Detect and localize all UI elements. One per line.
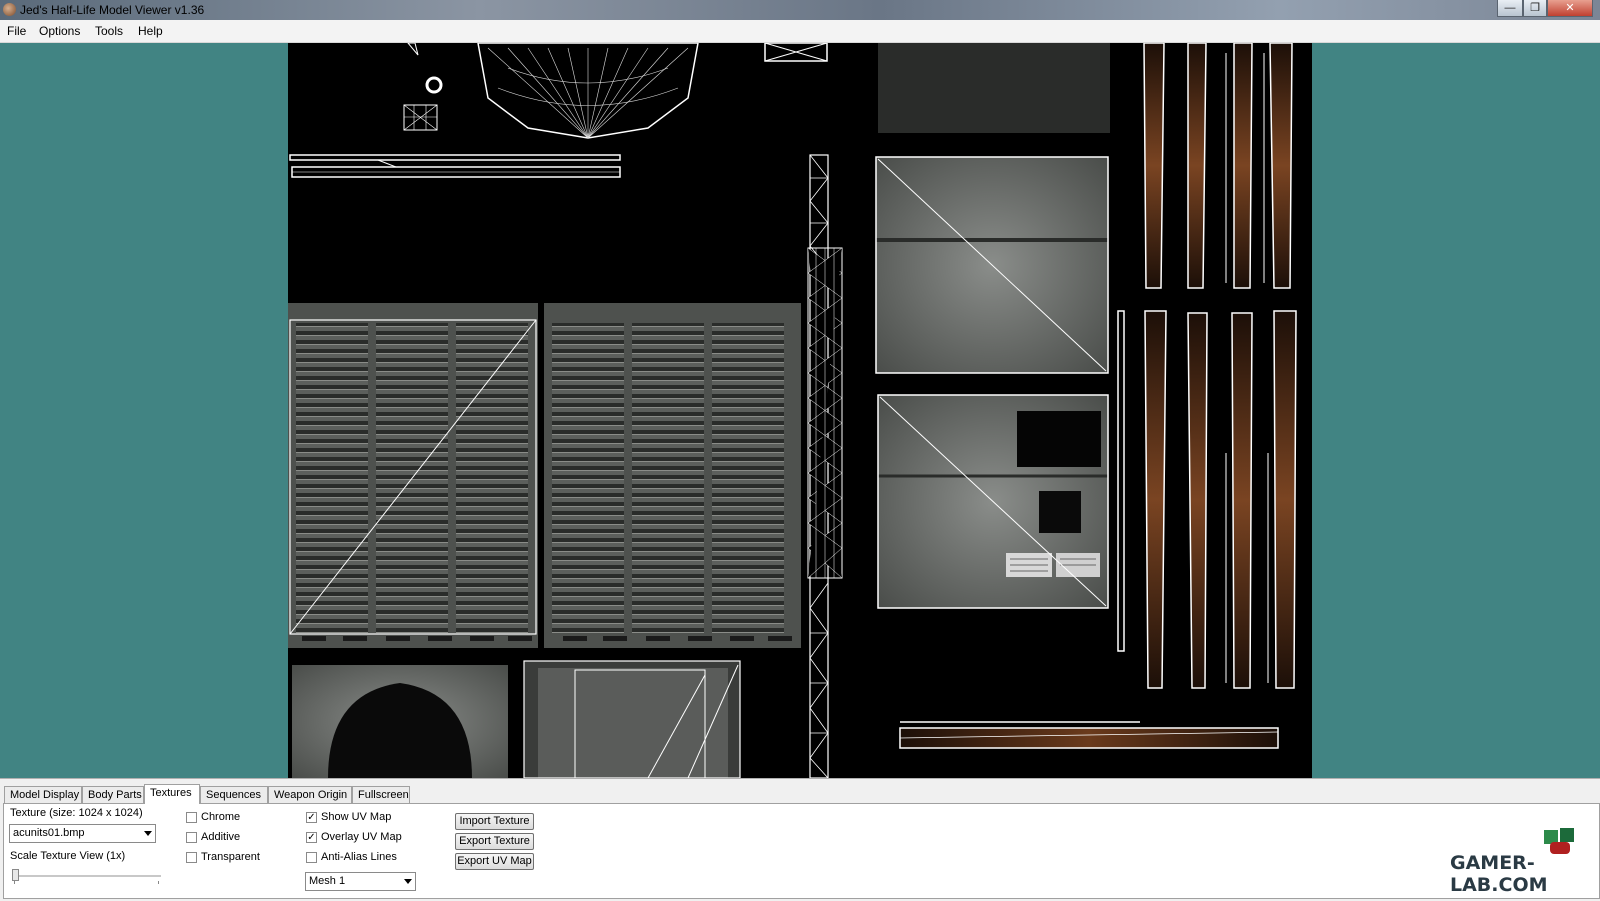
scale-slider[interactable] — [13, 875, 161, 878]
scale-label: Scale Texture View (1x) — [10, 850, 126, 862]
control-panel: Model Display Body Parts Textures Sequen… — [0, 778, 1600, 901]
textures-tab-page: Texture (size: 1024 x 1024) acunits01.bm… — [3, 803, 1600, 899]
export-texture-button[interactable]: Export Texture — [455, 833, 534, 850]
tab-textures[interactable]: Textures — [144, 784, 200, 804]
menu-help[interactable]: Help — [138, 24, 163, 38]
texture-select-value: acunits01.bmp — [13, 827, 85, 839]
show-uv-map-checkbox[interactable]: ✓ — [306, 812, 317, 823]
scale-slider-thumb[interactable] — [12, 869, 19, 881]
mesh-select[interactable]: Mesh 1 — [305, 872, 416, 891]
close-icon: ✕ — [1565, 2, 1575, 14]
tab-model-display[interactable]: Model Display — [4, 786, 82, 803]
minimize-icon: — — [1504, 2, 1516, 14]
window-title: Jed's Half-Life Model Viewer v1.36 — [20, 3, 205, 17]
menu-bar: File Options Tools Help — [0, 20, 1600, 43]
title-bar: Jed's Half-Life Model Viewer v1.36 — ❐ ✕ — [0, 0, 1600, 20]
texture-viewport[interactable] — [0, 43, 1600, 778]
slider-tick — [14, 881, 15, 884]
texture-size-label: Texture (size: 1024 x 1024) — [10, 807, 143, 819]
tab-fullscreen[interactable]: Fullscreen — [352, 786, 410, 803]
maximize-button[interactable]: ❐ — [1523, 0, 1547, 17]
menu-file[interactable]: File — [7, 24, 26, 38]
checkmark-icon: ✓ — [307, 812, 316, 823]
minimize-button[interactable]: — — [1497, 0, 1523, 17]
texture-select[interactable]: acunits01.bmp — [9, 824, 156, 843]
menu-options[interactable]: Options — [39, 24, 80, 38]
slider-tick — [158, 881, 159, 884]
transparent-label: Transparent — [201, 851, 260, 863]
transparent-checkbox[interactable] — [186, 852, 197, 863]
texture-image — [288, 43, 1312, 778]
chevron-down-icon — [144, 831, 152, 836]
import-texture-button[interactable]: Import Texture — [455, 813, 534, 830]
additive-label: Additive — [201, 831, 241, 843]
app-icon — [3, 3, 16, 16]
uv-map-overlay — [288, 43, 1297, 778]
chrome-label: Chrome — [201, 811, 241, 823]
watermark: GAMER-LAB.COM — [1450, 852, 1548, 896]
maximize-icon: ❐ — [1530, 2, 1540, 14]
additive-checkbox[interactable] — [186, 832, 197, 843]
tab-weapon-origin[interactable]: Weapon Origin — [268, 786, 352, 803]
mesh-select-value: Mesh 1 — [309, 875, 346, 887]
chevron-down-icon — [404, 879, 412, 884]
export-uv-map-button[interactable]: Export UV Map — [455, 853, 534, 870]
tab-body-parts[interactable]: Body Parts — [82, 786, 144, 803]
chrome-checkbox[interactable] — [186, 812, 197, 823]
show-uv-map-label: Show UV Map — [321, 811, 392, 823]
anti-alias-checkbox[interactable] — [306, 852, 317, 863]
tab-sequences[interactable]: Sequences — [200, 786, 268, 803]
overlay-uv-map-label: Overlay UV Map — [321, 831, 402, 843]
close-button[interactable]: ✕ — [1547, 0, 1593, 17]
menu-tools[interactable]: Tools — [95, 24, 123, 38]
anti-alias-label: Anti-Alias Lines — [321, 851, 397, 863]
overlay-uv-map-checkbox[interactable]: ✓ — [306, 832, 317, 843]
checkmark-icon: ✓ — [307, 832, 316, 843]
